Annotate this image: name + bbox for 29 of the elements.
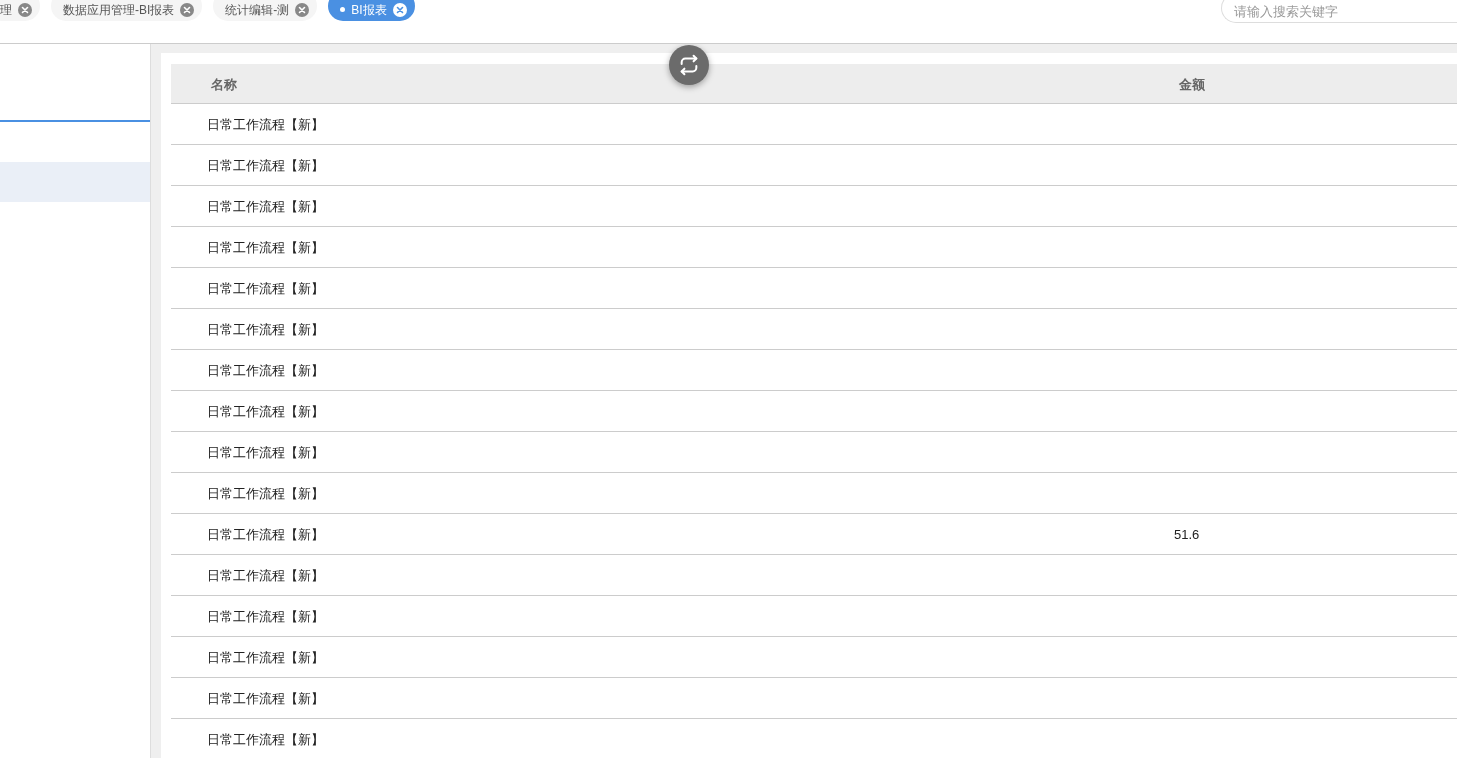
table-cell: 日常工作流程【新】 [207,281,324,296]
close-icon[interactable] [295,2,310,17]
search-field[interactable]: 请输入搜索关键字 [1221,0,1457,23]
close-icon[interactable] [180,2,195,17]
table-cell: 日常工作流程【新】 [207,486,324,501]
refresh-button[interactable] [669,45,709,85]
table-cell: 日常工作流程【新】 [207,240,324,255]
table-cell: 日常工作流程【新】 [207,363,324,378]
table-cell: 日常工作流程【新】 [207,568,324,583]
close-icon[interactable] [392,2,407,17]
tab[interactable]: 数据应用管理-BI报表 [51,0,203,21]
table-cell: 日常工作流程【新】 [207,609,324,624]
column-header: 名称 [211,76,237,92]
table-cell: 日常工作流程【新】 [207,527,324,542]
table-cell: 日常工作流程【新】 [207,691,324,706]
tab[interactable]: 统计编辑-测 [213,0,318,21]
close-icon[interactable] [18,2,32,17]
table-cell: 日常工作流程【新】 [207,445,324,460]
table-cell: 日常工作流程【新】 [207,117,324,132]
table-cell: 日常工作流程【新】 [207,199,324,214]
tab[interactable]: 理 [0,0,40,21]
refresh-icon [678,54,700,76]
column-header: 金额 [1179,76,1205,92]
table-cell: 日常工作流程【新】 [207,322,324,337]
table-cell: 日常工作流程【新】 [207,650,324,665]
table-cell: 日常工作流程【新】 [207,404,324,419]
table-cell: 日常工作流程【新】 [207,158,324,173]
table-cell: 51.6 [1174,527,1200,542]
table-cell: 日常工作流程【新】 [207,732,324,747]
